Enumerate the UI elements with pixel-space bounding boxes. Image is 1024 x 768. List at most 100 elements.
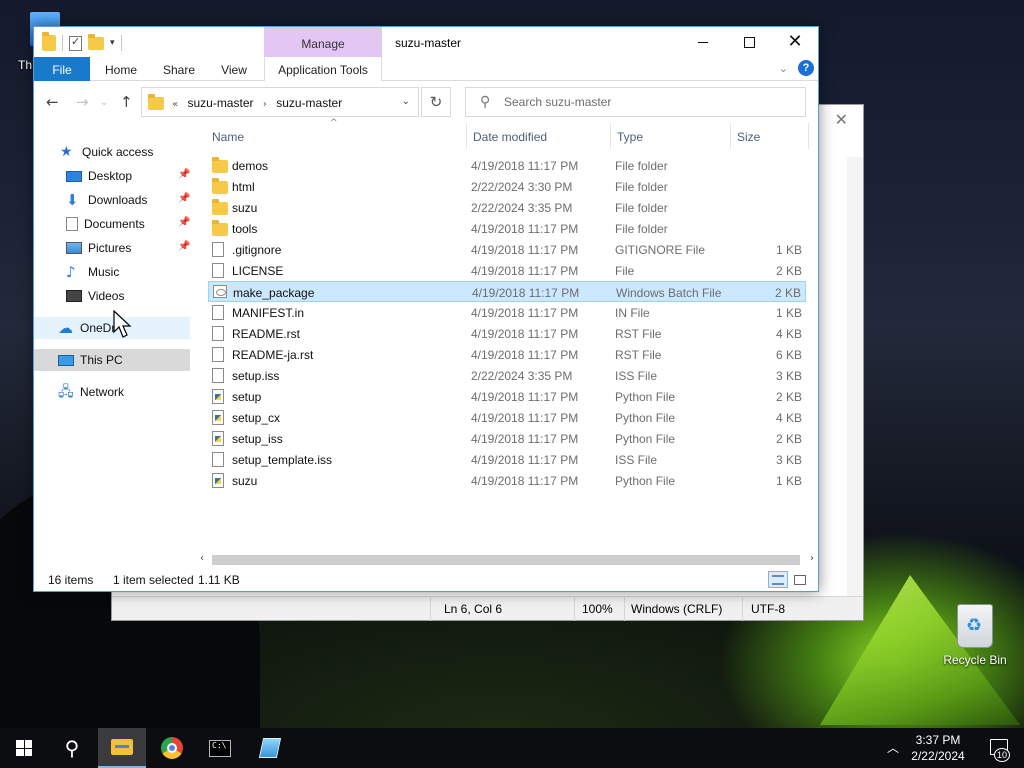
ribbon-controls: ⌄ ? xyxy=(779,60,814,76)
close-icon: ✕ xyxy=(787,31,803,52)
status-divider xyxy=(742,597,743,621)
file-row[interactable]: MANIFEST.in 4/19/2018 11:17 PM IN File 1 KB xyxy=(208,302,806,323)
address-bar[interactable]: « suzu-master › suzu-master ⌄ xyxy=(141,87,419,117)
recent-locations-icon[interactable]: ⌄ xyxy=(100,97,108,108)
column-header-name[interactable]: Name xyxy=(212,130,244,144)
nav-item-music[interactable]: ♪ Music xyxy=(34,261,190,283)
column-header-type[interactable]: Type xyxy=(617,130,643,144)
file-list[interactable]: ^ Name Date modified Type Size demos 4/19… xyxy=(200,118,814,555)
file-date-modified: 4/19/2018 11:17 PM xyxy=(471,453,579,467)
file-name: README-ja.rst xyxy=(232,348,314,362)
file-type: GITIGNORE File xyxy=(615,243,706,257)
file-row[interactable]: README-ja.rst 4/19/2018 11:17 PM RST File 6… xyxy=(208,344,806,365)
file-size: 1 KB xyxy=(775,474,802,488)
nav-item-videos[interactable]: Videos xyxy=(34,285,190,307)
tab-view[interactable]: View xyxy=(210,57,258,81)
breadcrumb-item[interactable]: suzu-master xyxy=(187,96,253,110)
details-view-button[interactable] xyxy=(768,571,788,588)
file-row[interactable]: setup_cx 4/19/2018 11:17 PM Python File 4 K… xyxy=(208,407,806,428)
nav-item-documents[interactable]: Documents 📌 xyxy=(34,213,190,235)
title-bar[interactable]: ▾ Manage suzu-master ✕ xyxy=(34,27,818,57)
notepad-vertical-scrollbar[interactable] xyxy=(847,157,863,603)
file-date-modified: 2/22/2024 3:35 PM xyxy=(471,369,573,383)
column-divider[interactable] xyxy=(610,123,611,149)
column-header-size[interactable]: Size xyxy=(737,130,760,144)
breadcrumb-item[interactable]: suzu-master xyxy=(276,96,342,110)
forward-arrow-icon[interactable]: → xyxy=(76,93,89,111)
search-input[interactable] xyxy=(504,93,794,111)
nav-label: This PC xyxy=(80,353,123,367)
file-explorer-window[interactable]: ▾ Manage suzu-master ✕ File Home Share V… xyxy=(33,26,819,592)
file-row[interactable]: suzu 2/22/2024 3:35 PM File folder xyxy=(208,197,806,218)
column-divider[interactable] xyxy=(808,123,809,149)
toolbar-divider xyxy=(120,35,122,51)
nav-item-network[interactable]: 🖧 Network xyxy=(34,381,190,403)
nav-item-quick-access[interactable]: ★ Quick access xyxy=(34,141,190,163)
column-divider[interactable] xyxy=(730,123,731,149)
file-row[interactable]: tools 4/19/2018 11:17 PM File folder xyxy=(208,218,806,239)
taskbar-command-prompt[interactable]: C:\ xyxy=(196,728,244,768)
breadcrumb-separator-icon[interactable]: › xyxy=(263,99,267,110)
taskbar-notepad[interactable] xyxy=(246,728,294,768)
help-icon[interactable]: ? xyxy=(798,60,814,76)
up-arrow-icon[interactable]: ↑ xyxy=(120,93,133,111)
recycle-bin-label: Recycle Bin xyxy=(943,653,1007,667)
pin-icon: 📌 xyxy=(178,169,191,180)
file-row[interactable]: setup 4/19/2018 11:17 PM Python File 2 KB xyxy=(208,386,806,407)
nav-item-downloads[interactable]: ⬇ Downloads 📌 xyxy=(34,189,190,211)
scroll-right-icon[interactable]: › xyxy=(810,553,814,564)
tab-application-tools[interactable]: Application Tools xyxy=(264,57,382,81)
breadcrumb-overflow[interactable]: « xyxy=(172,99,178,110)
file-row[interactable]: demos 4/19/2018 11:17 PM File folder xyxy=(208,155,806,176)
column-divider[interactable] xyxy=(466,123,467,149)
file-row[interactable]: LICENSE 4/19/2018 11:17 PM File 2 KB xyxy=(208,260,806,281)
file-row[interactable]: make_package 4/19/2018 11:17 PM Windows Ba… xyxy=(208,281,806,302)
taskbar-chrome[interactable] xyxy=(148,728,196,768)
customize-toolbar-icon[interactable]: ▾ xyxy=(110,38,115,48)
search-box[interactable]: ⚲ xyxy=(465,87,806,117)
large-icons-view-button[interactable] xyxy=(790,571,810,588)
maximize-button[interactable] xyxy=(726,27,772,57)
tab-file[interactable]: File xyxy=(34,57,90,81)
nav-item-desktop[interactable]: Desktop 📌 xyxy=(34,165,190,187)
file-name: demos xyxy=(232,159,269,173)
back-arrow-icon[interactable]: ← xyxy=(46,93,59,111)
notepad-close-icon[interactable]: ✕ xyxy=(835,110,848,129)
scrollbar-thumb[interactable] xyxy=(212,555,800,565)
search-icon: ⚲ xyxy=(480,94,491,110)
close-button[interactable]: ✕ xyxy=(772,27,818,57)
scroll-left-icon[interactable]: ‹ xyxy=(200,553,204,564)
desktop-icon-label: Th xyxy=(18,58,33,72)
tab-home[interactable]: Home xyxy=(96,57,146,81)
file-size: 2 KB xyxy=(774,286,801,300)
file-row[interactable]: html 2/22/2024 3:30 PM File folder xyxy=(208,176,806,197)
expand-ribbon-icon[interactable]: ⌄ xyxy=(779,62,788,75)
nav-item-this-pc[interactable]: This PC xyxy=(34,349,190,371)
file-row[interactable]: setup_template.iss 4/19/2018 11:17 PM ISS … xyxy=(208,449,806,470)
column-header-date[interactable]: Date modified xyxy=(473,130,547,144)
recycle-bin[interactable]: Recycle Bin xyxy=(940,600,1010,675)
taskbar-file-explorer[interactable] xyxy=(98,728,146,768)
address-dropdown-icon[interactable]: ⌄ xyxy=(402,96,410,107)
file-row[interactable]: setup_iss 4/19/2018 11:17 PM Python File 2 … xyxy=(208,428,806,449)
refresh-button[interactable]: ↻ xyxy=(421,87,451,117)
file-row[interactable]: README.rst 4/19/2018 11:17 PM RST File 4 KB xyxy=(208,323,806,344)
tab-share[interactable]: Share xyxy=(154,57,204,81)
minimize-button[interactable] xyxy=(680,27,726,57)
nav-item-onedrive[interactable]: ☁ OneDr xyxy=(34,317,190,339)
new-folder-icon[interactable] xyxy=(88,33,104,50)
file-date-modified: 4/19/2018 11:17 PM xyxy=(471,474,579,488)
file-row[interactable]: .gitignore 4/19/2018 11:17 PM GITIGNORE Fi… xyxy=(208,239,806,260)
start-button[interactable] xyxy=(0,728,48,768)
clock[interactable]: 3:37 PM 2/22/2024 xyxy=(908,732,968,764)
explorer-folder-icon xyxy=(42,32,56,51)
properties-icon[interactable] xyxy=(69,35,82,51)
file-row[interactable]: setup.iss 2/22/2024 3:35 PM ISS File 3 KB xyxy=(208,365,806,386)
file-row[interactable]: suzu 4/19/2018 11:17 PM Python File 1 KB xyxy=(208,470,806,491)
window-controls: ✕ xyxy=(680,27,818,57)
horizontal-scrollbar[interactable]: ‹ › xyxy=(200,553,814,567)
manage-contextual-tab[interactable]: Manage xyxy=(264,27,382,57)
nav-item-pictures[interactable]: Pictures 📌 xyxy=(34,237,190,259)
taskbar-search-button[interactable]: ⚲ xyxy=(48,728,96,768)
show-hidden-icons-icon[interactable]: ︿ xyxy=(887,739,899,756)
